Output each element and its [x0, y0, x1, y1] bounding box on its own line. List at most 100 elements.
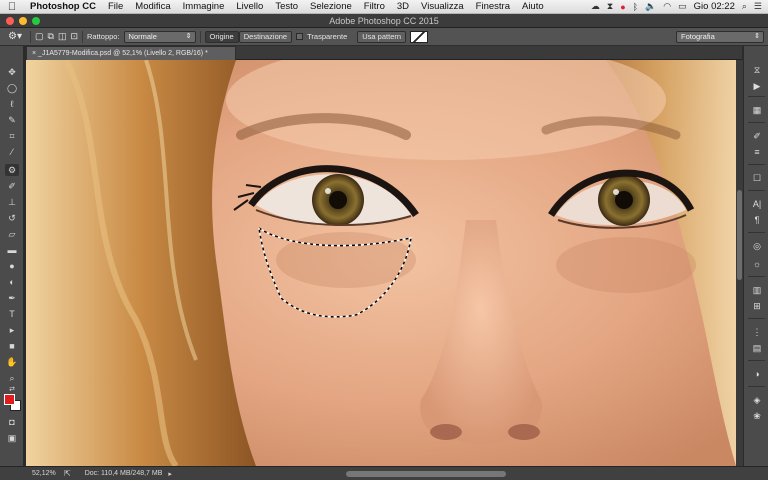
- path-select-icon[interactable]: ▸: [5, 324, 19, 336]
- eyedropper-icon[interactable]: ⁄: [5, 146, 19, 158]
- quick-select-icon[interactable]: ✎: [5, 114, 19, 126]
- hourglass-icon[interactable]: ⧗: [607, 1, 613, 12]
- quick-mask-icon[interactable]: ◘: [5, 416, 19, 428]
- history-brush-icon[interactable]: ↺: [5, 212, 19, 224]
- dodge-icon[interactable]: ◐: [5, 276, 19, 288]
- document-tab-title: _J1A5779-Modifica.psd @ 52,1% (Livello 2…: [38, 50, 208, 57]
- menu-aiuto[interactable]: Aiuto: [516, 1, 550, 12]
- lasso-icon[interactable]: ℓ: [5, 98, 19, 110]
- doc-info[interactable]: Doc: 110,4 MB/248,7 MB: [85, 470, 163, 477]
- add-selection-icon[interactable]: ⧉: [48, 31, 54, 42]
- menu-immagine[interactable]: Immagine: [177, 1, 231, 12]
- destinazione-button[interactable]: Destinazione: [238, 30, 293, 43]
- intersect-selection-icon[interactable]: ⊡: [70, 31, 78, 42]
- stamp-icon[interactable]: ⊥: [5, 196, 19, 208]
- menu-filtro[interactable]: Filtro: [358, 1, 391, 12]
- subtract-selection-icon[interactable]: ◫: [58, 31, 67, 42]
- screen-mode-icon[interactable]: ▣: [5, 432, 19, 444]
- close-window-icon[interactable]: [6, 17, 14, 25]
- character-panel-icon[interactable]: A|: [751, 198, 763, 210]
- menu-selezione[interactable]: Selezione: [304, 1, 358, 12]
- paragraph-panel-icon[interactable]: ¶: [751, 214, 763, 226]
- history-panel-icon[interactable]: ⧖: [751, 64, 763, 76]
- zoom-icon[interactable]: ⌕: [5, 372, 19, 384]
- spotlight-icon[interactable]: ⌕: [742, 1, 747, 12]
- tab-close-icon[interactable]: ×: [32, 50, 36, 57]
- foreground-color-swatch[interactable]: [4, 394, 15, 405]
- status-menu-icon[interactable]: ▸: [168, 470, 172, 478]
- hand-icon[interactable]: ✋: [5, 356, 19, 368]
- adjust-panel-icon[interactable]: ≡: [751, 146, 763, 158]
- menu-3d[interactable]: 3D: [391, 1, 415, 12]
- zoom-level[interactable]: 52,12%: [32, 470, 58, 477]
- minimize-window-icon[interactable]: [19, 17, 27, 25]
- histogram-panel-icon[interactable]: ▥: [751, 284, 763, 296]
- menu-testo[interactable]: Testo: [269, 1, 304, 12]
- brush-panel-icon[interactable]: ✐: [751, 130, 763, 142]
- document-canvas[interactable]: [26, 60, 736, 466]
- adjustments-panel-icon[interactable]: ◑: [751, 368, 763, 380]
- divider: [748, 190, 765, 191]
- properties-panel-icon[interactable]: ▤: [751, 342, 763, 354]
- menu-livello[interactable]: Livello: [230, 1, 269, 12]
- menu-finestra[interactable]: Finestra: [470, 1, 516, 12]
- horizontal-scroll-thumb[interactable]: [346, 471, 506, 477]
- divider: [30, 30, 31, 43]
- window-title: Adobe Photoshop CC 2015: [329, 16, 439, 26]
- pattern-picker-icon[interactable]: [410, 30, 429, 43]
- new-selection-icon[interactable]: ▢: [35, 31, 44, 42]
- divider: [82, 30, 84, 43]
- rectangle-icon[interactable]: ■: [5, 340, 19, 352]
- menubar-clock[interactable]: Gio 02:22: [694, 1, 735, 12]
- gradient-icon[interactable]: ▬: [5, 244, 19, 256]
- divider: [748, 164, 765, 165]
- volume-icon[interactable]: 🔈: [645, 1, 656, 12]
- right-panel-dock: ⧖ ▶ ▦ ✐ ≡ ☐ A| ¶ ◎ ☼ ▥ ⊞ ⋮ ▤ ◑ ◈ ❀: [743, 46, 768, 466]
- type-icon[interactable]: T: [5, 308, 19, 320]
- marquee-icon[interactable]: ◯: [5, 82, 19, 94]
- menu-file[interactable]: File: [102, 1, 129, 12]
- divider: [748, 360, 765, 361]
- pen-icon[interactable]: ✒: [5, 292, 19, 304]
- wifi-icon[interactable]: ◠: [663, 1, 671, 12]
- battery-icon[interactable]: ▭: [678, 1, 687, 12]
- eraser-icon[interactable]: ▱: [5, 228, 19, 240]
- blur-icon[interactable]: ●: [5, 260, 19, 272]
- menu-modifica[interactable]: Modifica: [129, 1, 176, 12]
- export-icon[interactable]: ⇱: [64, 469, 71, 478]
- timeline-panel-icon[interactable]: ⋮: [751, 326, 763, 338]
- divider: [748, 232, 765, 233]
- apple-menu-icon[interactable]: : [0, 1, 24, 13]
- navigator-panel-icon[interactable]: ⊞: [751, 300, 763, 312]
- zoom-window-icon[interactable]: [32, 17, 40, 25]
- notification-center-icon[interactable]: ☰: [754, 1, 762, 12]
- tools-panel: ✥ ◯ ℓ ✎ ⌗ ⁄ ⚙ ✐ ⊥ ↺ ▱ ▬ ● ◐ ✒ T ▸ ■ ✋ ⌕ …: [0, 46, 24, 466]
- vertical-scrollbar[interactable]: [736, 60, 743, 466]
- patch-tool-preset-icon[interactable]: ⚙▾: [4, 31, 26, 42]
- brush-icon[interactable]: ✐: [5, 180, 19, 192]
- actions-panel-icon[interactable]: ▶: [751, 80, 763, 92]
- usa-pattern-button[interactable]: Usa pattern: [357, 30, 407, 43]
- trasparente-label: Trasparente: [307, 32, 348, 41]
- divider: [199, 30, 201, 43]
- patch-icon[interactable]: ⚙: [5, 164, 19, 176]
- menu-photoshop[interactable]: Photoshop CC: [24, 1, 102, 12]
- color-panel-icon[interactable]: ▦: [751, 104, 763, 116]
- creative-cloud-icon[interactable]: ☁: [591, 1, 600, 12]
- glyphs-panel-icon[interactable]: ☐: [751, 172, 763, 184]
- workspace-select[interactable]: Fotografia: [676, 30, 764, 43]
- layers-panel-icon[interactable]: ◈: [751, 394, 763, 406]
- clone-source-icon[interactable]: ◎: [751, 240, 763, 252]
- vertical-scroll-thumb[interactable]: [737, 190, 742, 280]
- rattoppo-select[interactable]: Normale: [123, 30, 196, 43]
- lighting-icon[interactable]: ☼: [751, 258, 763, 270]
- trasparente-checkbox[interactable]: [296, 33, 304, 40]
- origine-button[interactable]: Origine: [204, 30, 239, 43]
- crop-icon[interactable]: ⌗: [5, 130, 19, 142]
- menu-visualizza[interactable]: Visualizza: [415, 1, 470, 12]
- notification-icon[interactable]: ●: [620, 2, 625, 12]
- document-tab[interactable]: × _J1A5779-Modifica.psd @ 52,1% (Livello…: [26, 46, 236, 60]
- bluetooth-icon[interactable]: ᛒ: [633, 2, 638, 12]
- channels-panel-icon[interactable]: ❀: [751, 410, 763, 422]
- move-icon[interactable]: ✥: [5, 66, 19, 78]
